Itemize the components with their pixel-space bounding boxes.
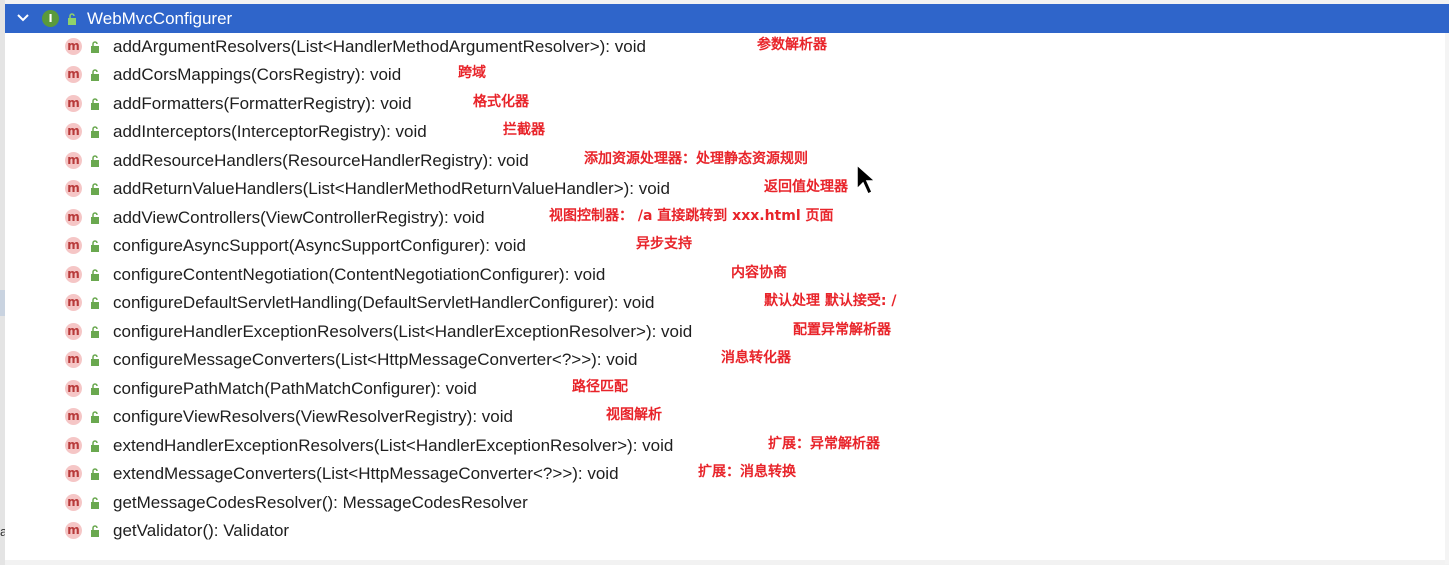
lock-icon <box>91 496 99 509</box>
annotation-note: 拦截器 <box>503 122 545 139</box>
annotation-note: 配置异常解析器 <box>793 321 891 338</box>
method-row[interactable]: m extendHandlerExceptionResolvers(List<Ha… <box>5 432 1449 460</box>
lock-icon <box>91 354 99 367</box>
method-signature: getMessageCodesResolver(): MessageCodesR… <box>113 492 528 512</box>
lock-icon <box>91 439 99 452</box>
interface-title: WebMvcConfigurer <box>87 9 233 28</box>
annotation-note: 路径匹配 <box>572 378 628 395</box>
method-signature: addViewControllers(ViewControllerRegistr… <box>113 207 485 227</box>
lock-icon <box>91 98 99 110</box>
annotation-note: 消息转化器 <box>721 350 791 367</box>
lock-icon <box>91 183 99 196</box>
method-icon: m <box>65 493 82 511</box>
method-signature: configureAsyncSupport(AsyncSupportConfig… <box>113 236 526 256</box>
method-row[interactable]: m addReturnValueHandlers(List<HandlerMeth… <box>5 175 1449 203</box>
method-signature: extendHandlerExceptionResolvers(List<Han… <box>113 435 674 455</box>
method-row[interactable]: m configureHandlerExceptionResolvers(List… <box>5 318 1449 346</box>
method-row[interactable]: m configureContentNegotiation(ContentNego… <box>5 261 1449 289</box>
annotation-note: 添加资源处理器：处理静态资源规则 <box>584 150 808 167</box>
method-icon: m <box>65 66 82 84</box>
lock-icon <box>91 240 99 253</box>
method-signature: configureDefaultServletHandling(DefaultS… <box>113 293 655 313</box>
lock-icon <box>91 41 99 53</box>
lock-icon <box>91 212 99 224</box>
annotation-note: 扩展：异常解析器 <box>768 435 880 452</box>
lock-icon <box>91 468 99 481</box>
method-row[interactable]: m configureAsyncSupport(AsyncSupportConfi… <box>5 232 1449 260</box>
annotation-note: 格式化器 <box>473 93 529 110</box>
lock-icon <box>91 155 99 167</box>
method-row[interactable]: m addFormatters(FormatterRegistry): void 格… <box>5 90 1449 118</box>
method-icon: m <box>65 521 82 539</box>
method-icon: m <box>65 151 82 169</box>
method-icon: m <box>65 465 82 483</box>
method-row[interactable]: m configureDefaultServletHandling(Default… <box>5 289 1449 317</box>
annotation-note: 默认处理 默认接受: / <box>764 293 897 310</box>
method-row[interactable]: m getValidator(): Validator <box>5 517 1449 545</box>
annotation-note: 返回值处理器 <box>764 179 848 196</box>
method-row[interactable]: m addViewControllers(ViewControllerRegist… <box>5 204 1449 232</box>
method-icon: m <box>65 237 82 255</box>
method-row[interactable]: m configureMessageConverters(List<HttpMes… <box>5 346 1449 374</box>
lock-icon <box>91 411 99 424</box>
method-signature: configureContentNegotiation(ContentNegot… <box>113 264 606 284</box>
method-signature: addReturnValueHandlers(List<HandlerMetho… <box>113 179 670 199</box>
lock-icon <box>91 297 99 310</box>
method-signature: addResourceHandlers(ResourceHandlerRegis… <box>113 150 529 170</box>
method-signature: extendMessageConverters(List<HttpMessage… <box>113 464 619 484</box>
annotation-note: 视图解析 <box>606 407 662 424</box>
method-row[interactable]: m addArgumentResolvers(List<HandlerMethod… <box>5 33 1449 61</box>
method-icon: m <box>65 322 82 340</box>
method-signature: configureMessageConverters(List<HttpMess… <box>113 350 638 370</box>
method-row[interactable]: m addCorsMappings(CorsRegistry): void 跨域 <box>5 61 1449 89</box>
method-signature: addFormatters(FormatterRegistry): void <box>113 93 412 113</box>
annotation-note: 内容协商 <box>731 264 787 281</box>
method-row[interactable]: m getMessageCodesResolver(): MessageCodes… <box>5 489 1449 517</box>
method-icon: m <box>65 123 82 141</box>
annotation-note: 视图控制器： /a 直接跳转到 xxx.html 页面 <box>549 207 834 224</box>
method-icon: m <box>65 265 82 283</box>
method-icon: m <box>65 379 82 397</box>
method-signature: configureHandlerExceptionResolvers(List<… <box>113 321 693 341</box>
interface-node-header[interactable]: I WebMvcConfigurer <box>5 4 1449 33</box>
lock-icon <box>91 525 99 537</box>
annotation-note: 参数解析器 <box>757 37 827 53</box>
method-signature: addArgumentResolvers(List<HandlerMethodA… <box>113 37 646 56</box>
lock-icon <box>91 126 99 139</box>
method-icon: m <box>65 94 82 112</box>
method-row[interactable]: m configureViewResolvers(ViewResolverRegi… <box>5 403 1449 431</box>
method-icon: m <box>65 294 82 312</box>
lock-icon <box>91 382 99 395</box>
method-row[interactable]: m extendMessageConverters(List<HttpMessag… <box>5 460 1449 488</box>
lock-icon <box>91 269 99 281</box>
method-row[interactable]: m configurePathMatch(PathMatchConfigurer)… <box>5 375 1449 403</box>
lock-icon <box>68 13 76 25</box>
method-icon: m <box>65 180 82 198</box>
lock-icon <box>91 325 99 338</box>
mouse-pointer-icon <box>856 163 877 196</box>
method-signature: addCorsMappings(CorsRegistry): void <box>113 65 402 85</box>
method-signature: addInterceptors(InterceptorRegistry): vo… <box>113 122 427 142</box>
method-signature: configureViewResolvers(ViewResolverRegis… <box>113 407 513 427</box>
annotation-note: 扩展：消息转换 <box>698 464 796 481</box>
chevron-down-icon[interactable] <box>15 10 31 26</box>
scrollbar-track[interactable] <box>1445 33 1449 564</box>
method-icon: m <box>65 208 82 226</box>
method-icon: m <box>65 408 82 426</box>
interface-icon: I <box>42 10 59 27</box>
method-signature: getValidator(): Validator <box>113 520 290 540</box>
structure-popup: I WebMvcConfigurer m addArgumentResolvers… <box>5 4 1449 564</box>
method-icon: m <box>65 351 82 369</box>
method-signature: configurePathMatch(PathMatchConfigurer):… <box>113 378 477 398</box>
annotation-note: 异步支持 <box>636 236 692 253</box>
lock-icon <box>91 69 99 82</box>
method-icon: m <box>65 436 82 454</box>
annotation-note: 跨域 <box>458 65 486 82</box>
method-icon: m <box>65 38 82 55</box>
method-row[interactable]: m addResourceHandlers(ResourceHandlerRegi… <box>5 147 1449 175</box>
method-row[interactable]: m addInterceptors(InterceptorRegistry): v… <box>5 118 1449 146</box>
